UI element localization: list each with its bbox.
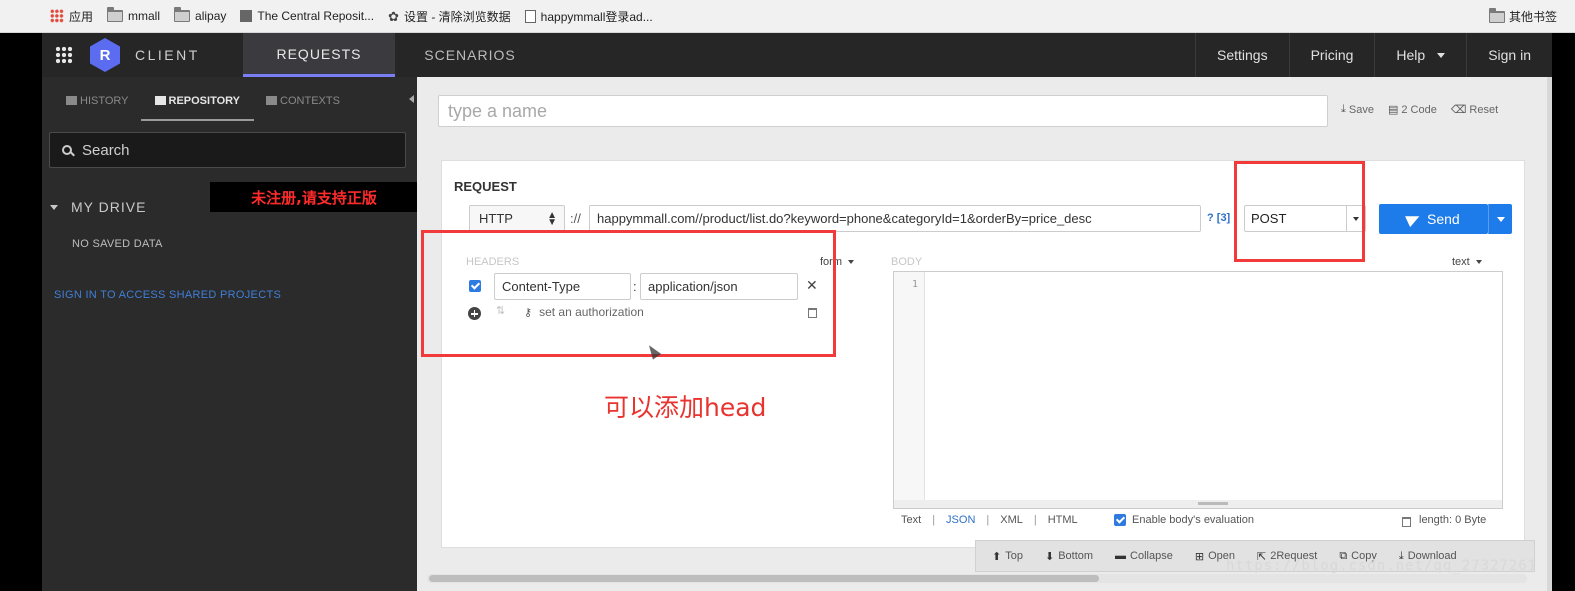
gear-icon: ✿ — [388, 8, 399, 24]
code-button[interactable]: ▤ 2 Code — [1387, 103, 1437, 117]
help-menu[interactable]: Help — [1374, 33, 1466, 77]
brand-name: CLIENT — [135, 47, 200, 63]
body-label: BODY — [891, 256, 923, 268]
logo: R — [87, 37, 123, 73]
query-params-count[interactable]: ? [3] — [1207, 212, 1230, 224]
send-button[interactable]: Send — [1379, 204, 1488, 234]
body-evaluation-toggle[interactable]: Enable body's evaluation — [1114, 514, 1254, 526]
method-highlight-box — [1234, 161, 1365, 262]
logo-hexagon-icon: R — [90, 38, 120, 72]
format-text[interactable]: Text — [901, 514, 921, 526]
bottom-button[interactable]: ⬇ Bottom — [1045, 550, 1093, 563]
my-drive-toggle[interactable]: MY DRIVE — [50, 199, 146, 215]
bookmark-mmall[interactable]: mmall — [107, 7, 160, 23]
apps-grid-icon[interactable] — [55, 46, 73, 64]
chevron-down-icon — [848, 260, 854, 264]
tab-requests[interactable]: REQUESTS — [243, 33, 395, 77]
bookmark-apps[interactable]: 应用 — [50, 8, 93, 25]
chevron-down-icon — [1475, 260, 1482, 264]
editor-gutter: 1 — [894, 272, 925, 508]
tab-history[interactable]: HISTORY — [66, 77, 129, 124]
site-icon — [240, 10, 253, 22]
collapse-sidebar-icon[interactable] — [409, 95, 414, 103]
sidebar: HISTORY REPOSITORY CONTEXTS MY DRIVE NO … — [42, 77, 418, 591]
download-icon: ⤓ — [1341, 103, 1346, 115]
apps-icon — [50, 9, 64, 23]
plus-square-icon: ⊞ — [1194, 550, 1205, 563]
folder-icon — [107, 7, 124, 22]
clear-body-icon[interactable] — [1402, 517, 1411, 527]
minus-square-icon: ▬ — [1115, 550, 1127, 562]
body-mode-select[interactable]: text — [1452, 256, 1482, 268]
request-title: REQUEST — [454, 179, 517, 194]
sign-in-shared-link[interactable]: SIGN IN TO ACCESS SHARED PROJECTS — [54, 289, 281, 301]
top-button[interactable]: ⬆ Top — [992, 550, 1023, 563]
search-input[interactable] — [82, 141, 382, 159]
scheme-separator: :// — [570, 211, 581, 226]
tab-scenarios[interactable]: SCENARIOS — [395, 33, 545, 77]
eval-checkbox[interactable] — [1114, 514, 1126, 526]
format-xml[interactable]: XML — [1000, 514, 1023, 526]
bookmark-settings[interactable]: ✿ 设置 - 清除浏览数据 — [388, 8, 511, 25]
search-box[interactable] — [49, 132, 406, 168]
body-format-switch: Text | JSON | XML | HTML — [901, 514, 1078, 526]
bookmark-alipay[interactable]: alipay — [174, 7, 226, 23]
sign-in-link[interactable]: Sign in — [1466, 33, 1552, 77]
code-icon: ▤ — [1387, 104, 1399, 116]
tab-repository[interactable]: REPOSITORY — [140, 77, 254, 124]
save-button[interactable]: ⤓ Save — [1341, 103, 1374, 116]
headers-highlight-box — [421, 230, 836, 357]
arrow-down-circle-icon: ⬇ — [1044, 550, 1055, 563]
list-icon — [66, 96, 77, 105]
annotation-text: 可以添加head — [604, 393, 767, 422]
body-length: length: 0 Byte — [1419, 514, 1487, 526]
reset-button[interactable]: ⌫ Reset — [1450, 103, 1498, 117]
folder-icon — [174, 7, 191, 22]
chevron-down-icon — [50, 204, 58, 210]
tab-contexts[interactable]: CONTEXTS — [266, 77, 340, 124]
unregistered-notice: 未注册,请支持正版 — [210, 182, 418, 212]
page-scrollbar[interactable] — [427, 574, 1527, 583]
repository-icon — [154, 96, 166, 105]
bookmark-other[interactable]: 其他书签 — [1488, 0, 1557, 33]
chevron-down-icon — [1437, 52, 1446, 58]
send-options-button[interactable] — [1488, 204, 1512, 234]
top-nav: R CLIENT REQUESTS SCENARIOS Settings Pri… — [42, 33, 1552, 77]
format-html[interactable]: HTML — [1048, 514, 1078, 526]
body-editor[interactable]: 1 — [893, 271, 1503, 509]
eraser-icon: ⌫ — [1450, 104, 1467, 116]
blog-watermark: https://blog.csdn.net/qq_27327261 — [1226, 558, 1538, 574]
top-links: Settings Pricing Help Sign in — [1195, 33, 1552, 77]
request-name-input[interactable] — [438, 95, 1328, 127]
page-icon — [524, 9, 536, 23]
updown-icon: ▲ ▼ — [547, 210, 557, 228]
right-scrollbar[interactable] — [1547, 77, 1552, 591]
folder-icon — [1488, 7, 1505, 23]
editor-scrollbar[interactable] — [894, 500, 1502, 508]
pricing-link[interactable]: Pricing — [1288, 33, 1375, 77]
request-actions: ⤓ Save ▤ 2 Code ⌫ Reset — [1341, 103, 1512, 116]
sidebar-tabs: HISTORY REPOSITORY CONTEXTS — [42, 77, 416, 124]
paper-plane-icon — [1405, 210, 1422, 228]
no-saved-data: NO SAVED DATA — [72, 238, 163, 250]
settings-link[interactable]: Settings — [1195, 33, 1289, 77]
arrow-up-circle-icon: ⬆ — [992, 550, 1002, 563]
search-icon — [62, 145, 72, 155]
contexts-icon — [266, 96, 278, 105]
logo-letter: R — [100, 47, 111, 64]
bookmark-central-repository[interactable]: The Central Reposit... — [240, 9, 374, 23]
bookmarks-bar: 应用 mmall alipay The Central Reposit... ✿… — [0, 0, 1575, 33]
collapse-button[interactable]: ▬ Collapse — [1115, 550, 1173, 562]
url-input[interactable] — [589, 205, 1201, 232]
format-json[interactable]: JSON — [946, 514, 975, 526]
scheme-select[interactable]: HTTP ▲ ▼ — [469, 205, 565, 232]
line-number: 1 — [912, 279, 919, 290]
bookmark-happymmall[interactable]: happymmall登录ad... — [524, 8, 653, 25]
